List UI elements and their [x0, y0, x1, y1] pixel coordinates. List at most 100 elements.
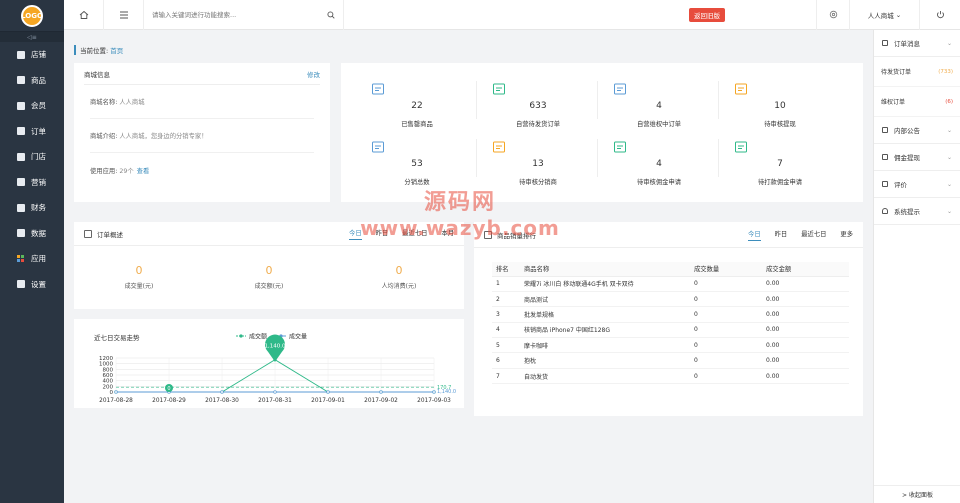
ranking-tab[interactable]: 今日 — [748, 229, 761, 241]
top-bar: 人人商城⌄ — [64, 0, 960, 30]
x-tick-label: 2017-08-28 — [99, 398, 133, 404]
shop-intro-row: 商城介绍: 人人商城，您身边的分销专家！ — [90, 119, 314, 153]
sidebar-item-label: 会员 — [31, 101, 46, 111]
sidebar-item[interactable]: 商品 — [0, 68, 64, 94]
store-icon — [17, 50, 25, 59]
stat-divider — [476, 81, 477, 119]
legend-label: 成交量 — [289, 333, 307, 341]
bell-icon — [882, 208, 888, 214]
cell-qty: 0 — [694, 291, 766, 308]
left-sidebar: LOGO ◁≡ 店铺 商品会员订单 门店 营销 财务 数据 应用 设置 — [0, 0, 64, 503]
commission-pay-icon — [735, 141, 747, 153]
table-row[interactable]: 4 核销商品 iPhone7 中国红128G 0 0.00 — [492, 322, 849, 339]
stat-card[interactable]: 22 已售罄商品 — [357, 73, 477, 133]
cell-amt: 0.00 — [766, 306, 849, 323]
collapse-sidebar-button[interactable]: ◁≡ — [0, 32, 64, 42]
column-header: 排名 — [492, 262, 524, 277]
stat-value: 22 — [411, 101, 423, 111]
sidebar-item[interactable]: 财务 — [0, 195, 64, 221]
order-tab[interactable]: 今日 — [349, 228, 362, 240]
table-row[interactable]: 5 摩卡咖啡 0 0.00 — [492, 337, 849, 354]
stat-card[interactable]: 4 自营维权中订单 — [599, 73, 719, 133]
sidebar-item[interactable]: 门店 — [0, 144, 64, 170]
search-icon[interactable] — [327, 10, 335, 19]
order-icon — [17, 127, 25, 136]
ranking-tab[interactable]: 最近七日 — [801, 229, 826, 241]
user-name: 人人商城 — [867, 11, 894, 20]
stat-label: 分销总数 — [404, 179, 430, 186]
stat-card[interactable]: 4 待审核佣金申请 — [599, 131, 719, 191]
sidebar-item[interactable]: 订单 — [0, 119, 64, 145]
delivery-icon — [493, 83, 505, 95]
pending-ship-item[interactable]: 待发货订单 (733) — [874, 57, 960, 87]
logout-button[interactable] — [920, 0, 960, 30]
table-row[interactable]: 6 抱枕 0 0.00 — [492, 352, 849, 369]
cell-rank: 3 — [492, 306, 524, 323]
menu-button[interactable] — [104, 0, 144, 30]
order-overview-title: 订单概述 — [97, 230, 123, 239]
review-header[interactable]: 评价 ⌄ — [874, 171, 960, 198]
chevron-down-icon: ⌄ — [946, 126, 952, 134]
sidebar-item[interactable]: 数据 — [0, 221, 64, 247]
table-row[interactable]: 7 自动发货 0 0.00 — [492, 368, 849, 385]
search-input[interactable] — [152, 10, 322, 19]
ranking-tab[interactable]: 昨日 — [775, 229, 788, 241]
view-apps-link[interactable]: 查看 — [137, 166, 150, 175]
logo-area[interactable]: LOGO — [0, 0, 64, 32]
ranking-icon — [484, 230, 492, 239]
sidebar-item[interactable]: 店铺 — [0, 42, 64, 68]
cell-name: 批发单规格 — [524, 306, 694, 323]
cell-amt: 0.00 — [766, 352, 849, 369]
rights-order-item[interactable]: 维权订单 (6) — [874, 87, 960, 117]
cell-qty: 0 — [694, 352, 766, 369]
stat-card[interactable]: 13 待审核分销商 — [478, 131, 598, 191]
cell-rank: 4 — [492, 322, 524, 339]
shop-name-value: 人人商城 — [119, 99, 145, 106]
peak-label: 1,140.0 — [265, 344, 286, 350]
table-row[interactable]: 2 商品测试 0 0.00 — [492, 291, 849, 308]
order-tab[interactable]: 最近七日 — [402, 228, 427, 240]
sidebar-item[interactable]: 设置 — [0, 272, 64, 298]
order-msg-header[interactable]: 订单消息 ⌄ — [874, 30, 960, 57]
notice-header[interactable]: 内部公告 ⌄ — [874, 117, 960, 144]
stat-card[interactable]: 633 自营待发货订单 — [478, 73, 598, 133]
sold-out-icon — [372, 83, 384, 95]
chevron-down-icon: ⌄ — [946, 153, 952, 161]
home-button[interactable] — [64, 0, 104, 30]
order-stat-value: 0 — [265, 264, 273, 277]
sidebar-item[interactable]: 营销 — [0, 170, 64, 196]
data-point — [326, 390, 330, 394]
system-header[interactable]: 系统提示 ⌄ — [874, 198, 960, 225]
cell-name: 自动发货 — [524, 368, 694, 385]
cell-name: 核销商品 iPhone7 中国红128G — [524, 322, 694, 339]
trend-chart: 近七日交易走势 成交额 成交量1200100080060040020002017-0… — [94, 333, 456, 405]
column-header: 成交金额 — [766, 262, 849, 277]
breadcrumb-home-link[interactable]: 首页 — [110, 47, 123, 55]
shop-intro-label: 商城介绍: — [90, 133, 118, 140]
finance-icon — [17, 203, 25, 212]
commission-header[interactable]: 佣金提现 ⌄ — [874, 144, 960, 171]
stat-card[interactable]: 53 分销总数 — [357, 131, 477, 191]
user-menu[interactable]: 人人商城 ⌄ — [850, 0, 920, 30]
ranking-tab[interactable]: 更多 — [840, 229, 853, 241]
back-to-old-version-button[interactable]: 返回旧版 — [689, 8, 725, 22]
order-tab[interactable]: 昨日 — [376, 228, 389, 240]
cell-qty: 0 — [694, 368, 766, 385]
cell-qty: 0 — [694, 337, 766, 354]
table-row[interactable]: 1 荣耀7i 冰川白 移动联通4G手机 双卡双待 0 0.00 — [492, 276, 849, 292]
table-row[interactable]: 3 批发单规格 0 0.00 — [492, 306, 849, 323]
sidebar-item[interactable]: 应用 — [0, 246, 64, 272]
stat-card[interactable]: 10 待审核提现 — [720, 73, 840, 133]
notification-button[interactable] — [816, 0, 850, 30]
rights-order-count: (6) — [945, 98, 953, 105]
stat-card[interactable]: 7 待打款佣金申请 — [720, 131, 840, 191]
stat-value: 4 — [656, 159, 662, 169]
shop-name-label: 商城名称: — [90, 99, 118, 106]
collapse-panel-button[interactable]: > 收起面板 — [874, 485, 960, 503]
order-tab[interactable]: 本月 — [441, 228, 454, 240]
edit-shop-link[interactable]: 修改 — [307, 69, 320, 79]
column-header: 商品名称 — [524, 262, 694, 277]
sidebar-item[interactable]: 会员 — [0, 93, 64, 119]
distributors-icon — [372, 141, 384, 153]
sales-ranking-panel: 商品销量排行 今日 昨日 最近七日 更多 排名 商品名称 成交数量 成交金额 1 荣耀7i 冰… — [474, 222, 863, 416]
